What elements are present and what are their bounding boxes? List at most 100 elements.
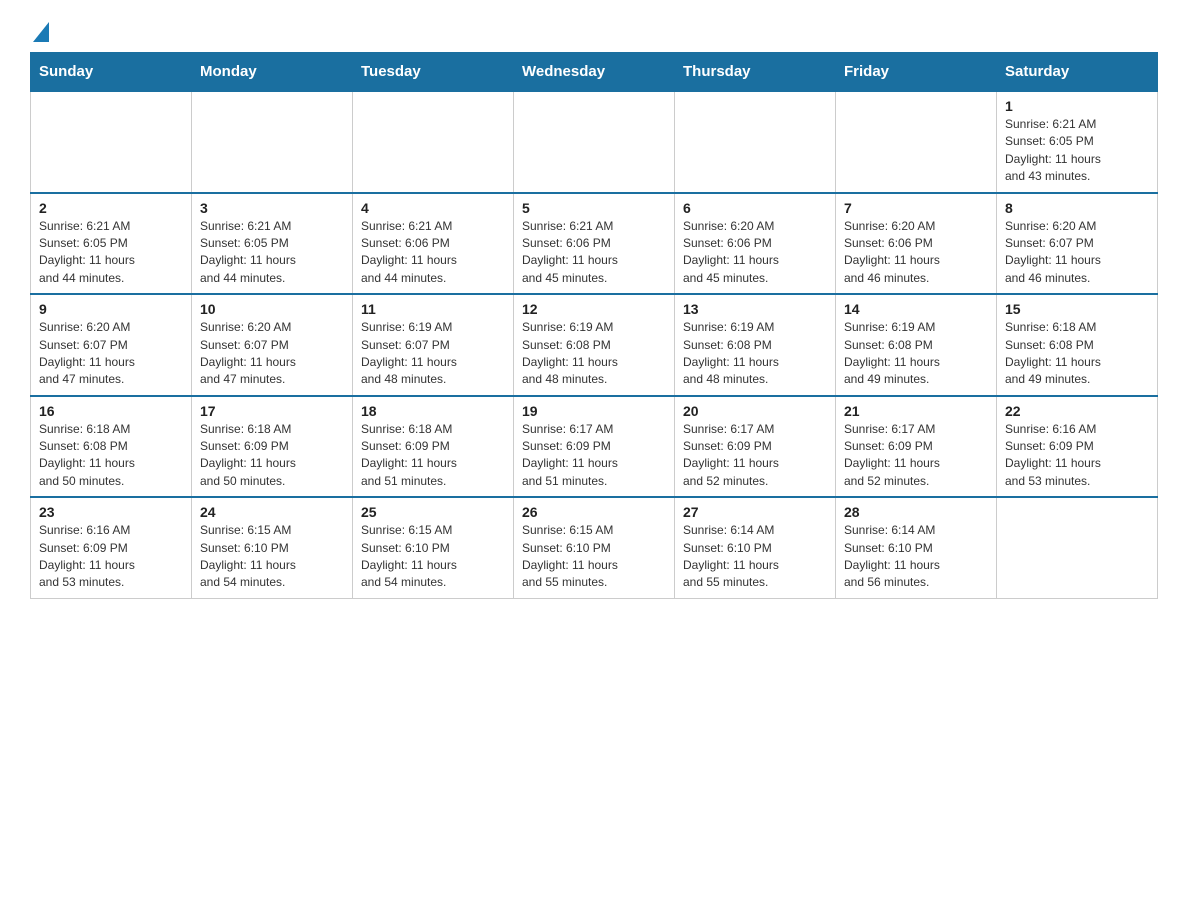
calendar-cell: 9 Sunrise: 6:20 AM Sunset: 6:07 PM Daylig…	[31, 294, 192, 396]
column-header-monday: Monday	[192, 53, 353, 92]
calendar-cell: 5 Sunrise: 6:21 AM Sunset: 6:06 PM Daylig…	[514, 193, 675, 295]
day-number: 1	[1005, 98, 1149, 114]
day-info: Sunrise: 6:18 AM Sunset: 6:08 PM Dayligh…	[39, 421, 183, 491]
calendar-week-3: 16 Sunrise: 6:18 AM Sunset: 6:08 PM Dayli…	[31, 396, 1158, 498]
day-info: Sunrise: 6:14 AM Sunset: 6:10 PM Dayligh…	[844, 522, 988, 592]
day-info: Sunrise: 6:15 AM Sunset: 6:10 PM Dayligh…	[522, 522, 666, 592]
day-info: Sunrise: 6:21 AM Sunset: 6:05 PM Dayligh…	[1005, 116, 1149, 186]
day-number: 12	[522, 301, 666, 317]
day-number: 20	[683, 403, 827, 419]
day-info: Sunrise: 6:17 AM Sunset: 6:09 PM Dayligh…	[522, 421, 666, 491]
day-info: Sunrise: 6:18 AM Sunset: 6:08 PM Dayligh…	[1005, 319, 1149, 389]
calendar-cell: 14 Sunrise: 6:19 AM Sunset: 6:08 PM Dayli…	[836, 294, 997, 396]
day-info: Sunrise: 6:18 AM Sunset: 6:09 PM Dayligh…	[200, 421, 344, 491]
logo-triangle-icon	[33, 22, 49, 42]
day-number: 15	[1005, 301, 1149, 317]
day-number: 4	[361, 200, 505, 216]
calendar-cell: 22Sunrise: 6:16 AM Sunset: 6:09 PM Dayli…	[997, 396, 1158, 498]
calendar-cell	[836, 91, 997, 193]
day-number: 21	[844, 403, 988, 419]
calendar-cell: 26 Sunrise: 6:15 AM Sunset: 6:10 PM Dayli…	[514, 497, 675, 598]
day-number: 18	[361, 403, 505, 419]
day-info: Sunrise: 6:17 AM Sunset: 6:09 PM Dayligh…	[844, 421, 988, 491]
day-info: Sunrise: 6:18 AM Sunset: 6:09 PM Dayligh…	[361, 421, 505, 491]
calendar-cell: 1 Sunrise: 6:21 AM Sunset: 6:05 PM Daylig…	[997, 91, 1158, 193]
day-info: Sunrise: 6:21 AM Sunset: 6:05 PM Dayligh…	[200, 218, 344, 288]
day-number: 28	[844, 504, 988, 520]
day-number: 2	[39, 200, 183, 216]
day-number: 23	[39, 504, 183, 520]
calendar-cell: 16 Sunrise: 6:18 AM Sunset: 6:08 PM Dayli…	[31, 396, 192, 498]
calendar-cell: 23 Sunrise: 6:16 AM Sunset: 6:09 PM Dayli…	[31, 497, 192, 598]
day-number: 27	[683, 504, 827, 520]
calendar-header-row: SundayMondayTuesdayWednesdayThursdayFrid…	[31, 53, 1158, 92]
day-number: 11	[361, 301, 505, 317]
calendar-week-0: 1 Sunrise: 6:21 AM Sunset: 6:05 PM Daylig…	[31, 91, 1158, 193]
calendar-cell	[353, 91, 514, 193]
day-info: Sunrise: 6:20 AM Sunset: 6:06 PM Dayligh…	[683, 218, 827, 288]
day-number: 17	[200, 403, 344, 419]
day-info: Sunrise: 6:20 AM Sunset: 6:07 PM Dayligh…	[200, 319, 344, 389]
day-number: 25	[361, 504, 505, 520]
column-header-thursday: Thursday	[675, 53, 836, 92]
calendar-week-2: 9 Sunrise: 6:20 AM Sunset: 6:07 PM Daylig…	[31, 294, 1158, 396]
day-number: 7	[844, 200, 988, 216]
calendar-cell: 25Sunrise: 6:15 AM Sunset: 6:10 PM Dayli…	[353, 497, 514, 598]
calendar-cell: 27 Sunrise: 6:14 AM Sunset: 6:10 PM Dayli…	[675, 497, 836, 598]
calendar-week-1: 2 Sunrise: 6:21 AM Sunset: 6:05 PM Daylig…	[31, 193, 1158, 295]
column-header-tuesday: Tuesday	[353, 53, 514, 92]
calendar-cell: 13 Sunrise: 6:19 AM Sunset: 6:08 PM Dayli…	[675, 294, 836, 396]
day-number: 13	[683, 301, 827, 317]
day-info: Sunrise: 6:19 AM Sunset: 6:08 PM Dayligh…	[844, 319, 988, 389]
calendar-cell: 20Sunrise: 6:17 AM Sunset: 6:09 PM Dayli…	[675, 396, 836, 498]
calendar-cell	[31, 91, 192, 193]
calendar-table: SundayMondayTuesdayWednesdayThursdayFrid…	[30, 52, 1158, 599]
calendar-cell	[192, 91, 353, 193]
day-info: Sunrise: 6:19 AM Sunset: 6:07 PM Dayligh…	[361, 319, 505, 389]
calendar-cell: 18 Sunrise: 6:18 AM Sunset: 6:09 PM Dayli…	[353, 396, 514, 498]
day-info: Sunrise: 6:21 AM Sunset: 6:05 PM Dayligh…	[39, 218, 183, 288]
day-info: Sunrise: 6:20 AM Sunset: 6:07 PM Dayligh…	[39, 319, 183, 389]
page-header	[30, 20, 1158, 42]
day-number: 10	[200, 301, 344, 317]
calendar-cell	[514, 91, 675, 193]
calendar-cell	[675, 91, 836, 193]
day-number: 19	[522, 403, 666, 419]
day-number: 26	[522, 504, 666, 520]
calendar-cell: 6 Sunrise: 6:20 AM Sunset: 6:06 PM Daylig…	[675, 193, 836, 295]
day-number: 9	[39, 301, 183, 317]
day-number: 8	[1005, 200, 1149, 216]
calendar-cell: 15 Sunrise: 6:18 AM Sunset: 6:08 PM Dayli…	[997, 294, 1158, 396]
day-number: 24	[200, 504, 344, 520]
day-number: 22	[1005, 403, 1149, 419]
day-info: Sunrise: 6:21 AM Sunset: 6:06 PM Dayligh…	[522, 218, 666, 288]
day-info: Sunrise: 6:14 AM Sunset: 6:10 PM Dayligh…	[683, 522, 827, 592]
calendar-cell: 2 Sunrise: 6:21 AM Sunset: 6:05 PM Daylig…	[31, 193, 192, 295]
calendar-cell: 17 Sunrise: 6:18 AM Sunset: 6:09 PM Dayli…	[192, 396, 353, 498]
day-info: Sunrise: 6:19 AM Sunset: 6:08 PM Dayligh…	[683, 319, 827, 389]
calendar-cell: 21 Sunrise: 6:17 AM Sunset: 6:09 PM Dayli…	[836, 396, 997, 498]
day-info: Sunrise: 6:21 AM Sunset: 6:06 PM Dayligh…	[361, 218, 505, 288]
calendar-week-4: 23 Sunrise: 6:16 AM Sunset: 6:09 PM Dayli…	[31, 497, 1158, 598]
day-info: Sunrise: 6:20 AM Sunset: 6:06 PM Dayligh…	[844, 218, 988, 288]
calendar-cell: 28 Sunrise: 6:14 AM Sunset: 6:10 PM Dayli…	[836, 497, 997, 598]
calendar-cell: 19 Sunrise: 6:17 AM Sunset: 6:09 PM Dayli…	[514, 396, 675, 498]
calendar-cell	[997, 497, 1158, 598]
day-number: 3	[200, 200, 344, 216]
calendar-cell: 8Sunrise: 6:20 AM Sunset: 6:07 PM Daylig…	[997, 193, 1158, 295]
calendar-cell: 12Sunrise: 6:19 AM Sunset: 6:08 PM Dayli…	[514, 294, 675, 396]
column-header-friday: Friday	[836, 53, 997, 92]
calendar-cell: 7 Sunrise: 6:20 AM Sunset: 6:06 PM Daylig…	[836, 193, 997, 295]
day-info: Sunrise: 6:15 AM Sunset: 6:10 PM Dayligh…	[200, 522, 344, 592]
calendar-cell: 24 Sunrise: 6:15 AM Sunset: 6:10 PM Dayli…	[192, 497, 353, 598]
day-number: 6	[683, 200, 827, 216]
day-number: 14	[844, 301, 988, 317]
day-info: Sunrise: 6:16 AM Sunset: 6:09 PM Dayligh…	[39, 522, 183, 592]
day-number: 5	[522, 200, 666, 216]
day-number: 16	[39, 403, 183, 419]
logo	[30, 20, 49, 42]
column-header-wednesday: Wednesday	[514, 53, 675, 92]
column-header-saturday: Saturday	[997, 53, 1158, 92]
calendar-cell: 11 Sunrise: 6:19 AM Sunset: 6:07 PM Dayli…	[353, 294, 514, 396]
column-header-sunday: Sunday	[31, 53, 192, 92]
